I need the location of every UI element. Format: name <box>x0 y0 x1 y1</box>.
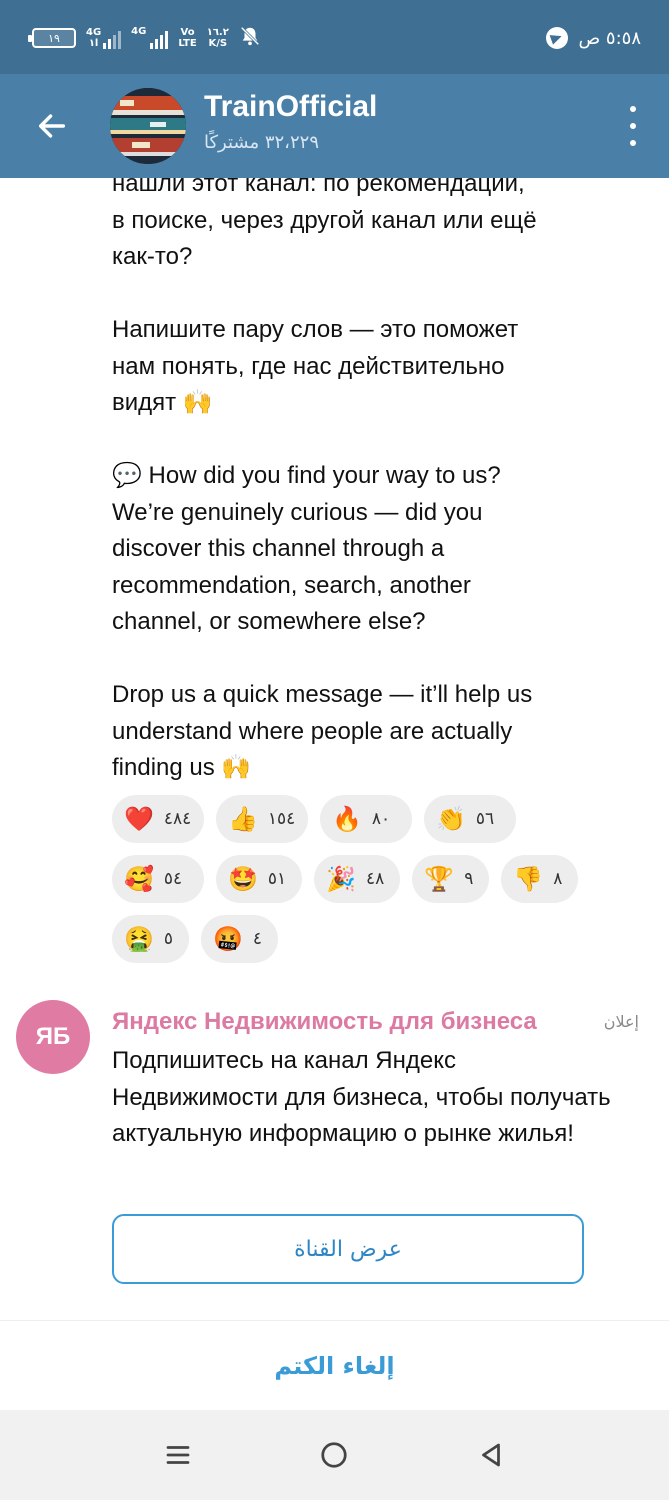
reaction-clap[interactable]: 👏 ٥٦ <box>424 795 516 843</box>
reaction-count: ٥٦ <box>475 809 495 829</box>
post-paragraph: 💬 How did you find your way to us? We’re… <box>112 462 501 635</box>
volte-indicator: Vo LTE <box>178 27 196 49</box>
reaction-heart[interactable]: ❤️ ٤٨٤ <box>112 795 204 843</box>
reaction-vomit[interactable]: 🤮 ٥ <box>112 915 190 963</box>
status-bar-left: ١٩ 4G ١l 4G Vo LTE ١٦.٢ K/S <box>28 22 261 54</box>
status-bar-right: ٥:٥٨ ص <box>546 22 641 54</box>
reaction-cursing[interactable]: 🤬 ٤ <box>201 915 279 963</box>
more-vertical-icon <box>630 106 636 112</box>
network-type-2: 4G <box>131 26 147 37</box>
arrow-left-icon <box>38 114 66 138</box>
reaction-count: ٥ <box>163 929 174 949</box>
reaction-count: ٤ <box>252 929 263 949</box>
reaction-thumbs-up[interactable]: 👍 ١٥٤ <box>216 795 308 843</box>
subscriber-count: ٣٢،٢٢٩ مشتركًا <box>204 132 319 153</box>
love-face-icon: 🥰 <box>124 865 154 893</box>
post-paragraph: нашли этот канал: по рекомендации, в пои… <box>112 178 537 270</box>
speed-value: ١٦.٢ <box>206 27 229 38</box>
channel-title[interactable]: TrainOfficial <box>204 90 377 124</box>
unmute-button[interactable]: إلغاء الكتم <box>274 1352 394 1380</box>
reaction-thumbs-down[interactable]: 👎 ٨ <box>501 855 579 903</box>
speed-unit: K/S <box>208 38 228 49</box>
more-menu-button[interactable] <box>627 106 639 146</box>
fire-icon: 🔥 <box>332 805 362 833</box>
home-circle-icon <box>321 1442 348 1468</box>
system-back-button[interactable] <box>461 1425 521 1485</box>
battery-icon: ١٩ <box>28 28 76 48</box>
channel-avatar[interactable] <box>110 88 186 164</box>
system-navigation-bar <box>0 1410 669 1500</box>
channel-post: нашли этот канал: по рекомендации, в пои… <box>112 178 622 787</box>
reaction-love-face[interactable]: 🥰 ٥٤ <box>112 855 204 903</box>
star-struck-icon: 🤩 <box>228 865 258 893</box>
volte-top: Vo <box>180 27 195 38</box>
signal-icon-2: 4G <box>131 26 169 49</box>
volte-bottom: LTE <box>178 38 197 49</box>
reaction-count: ٨٠ <box>371 809 391 829</box>
ad-label[interactable]: إعلان <box>604 1012 639 1031</box>
network-type: 4G <box>86 27 102 38</box>
recents-button[interactable] <box>148 1425 208 1485</box>
bell-off-icon <box>239 25 261 51</box>
signal-icon: 4G ١l <box>86 27 122 49</box>
channel-header[interactable]: TrainOfficial ٣٢،٢٢٩ مشتركًا <box>0 74 669 178</box>
status-bar: ١٩ 4G ١l 4G Vo LTE ١٦.٢ K/S ٥:٥٨ ص <box>0 0 669 74</box>
reaction-count: ٤٨ <box>366 869 385 889</box>
telegram-icon <box>546 27 569 49</box>
thumbs-down-icon: 👎 <box>513 865 544 893</box>
network-speed: ١٦.٢ K/S <box>207 27 229 49</box>
reaction-count: ٤٨٤ <box>163 809 192 829</box>
reaction-trophy[interactable]: 🏆 ٩ <box>412 855 490 903</box>
reaction-count: ٥١ <box>267 869 287 889</box>
view-channel-button[interactable]: عرض القناة <box>112 1214 584 1284</box>
reaction-star-struck[interactable]: 🤩 ٥١ <box>216 855 303 903</box>
reaction-fire[interactable]: 🔥 ٨٠ <box>320 795 412 843</box>
home-button[interactable] <box>304 1425 364 1485</box>
clap-icon: 👏 <box>436 805 466 833</box>
recents-icon <box>166 1446 190 1464</box>
post-paragraph: Напишите пару слов — это поможет нам пон… <box>112 316 519 416</box>
more-dot <box>630 140 636 146</box>
message-list[interactable]: нашли этот канал: по рекомендации, в пои… <box>0 178 669 1410</box>
bottom-action-bar: إلغاء الكتم <box>0 1320 669 1410</box>
heart-icon: ❤️ <box>124 805 154 833</box>
back-button[interactable] <box>28 102 76 150</box>
reaction-count: ١٥٤ <box>267 809 296 829</box>
reaction-party[interactable]: 🎉 ٤٨ <box>314 855 401 903</box>
network-sub: ١l <box>88 38 99 49</box>
ad-avatar[interactable]: ЯБ <box>16 1000 90 1074</box>
ad-message-text: Подпишитесь на канал Яндекс Недвижимости… <box>112 1047 611 1147</box>
more-dot <box>630 123 636 129</box>
back-triangle-icon <box>481 1443 500 1467</box>
reactions-bar: ❤️ ٤٨٤ 👍 ١٥٤ 🔥 ٨٠ 👏 ٥٦ 🥰 ٥٤ 🤩 ٥١ 🎉 ٤٨ 🏆 ٩ 👎 ٨ 🤮 ٥ … <box>112 795 612 963</box>
reaction-count: ٥٤ <box>163 869 183 889</box>
party-popper-icon: 🎉 <box>326 865 357 893</box>
clock: ٥:٥٨ ص <box>578 27 641 49</box>
reaction-count: ٩ <box>464 869 474 889</box>
thumbs-up-icon: 👍 <box>228 805 258 833</box>
vomit-face-icon: 🤮 <box>124 925 154 953</box>
post-paragraph: Drop us a quick message — it’ll help us … <box>112 681 533 781</box>
ad-channel-name[interactable]: Яндекс Недвижимость для бизнеса <box>112 1008 577 1036</box>
cursing-face-icon: 🤬 <box>213 925 243 953</box>
reaction-count: ٨ <box>553 869 563 889</box>
trophy-icon: 🏆 <box>424 865 455 893</box>
battery-level: ١٩ <box>48 31 60 45</box>
